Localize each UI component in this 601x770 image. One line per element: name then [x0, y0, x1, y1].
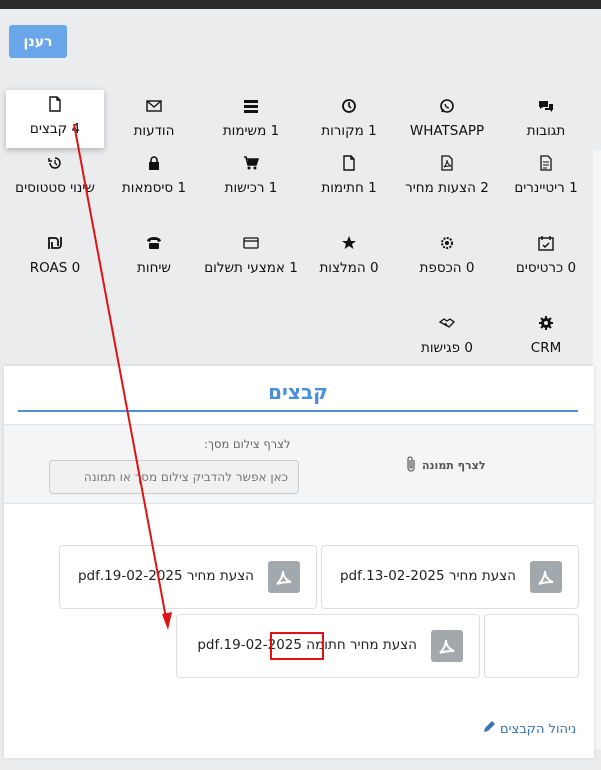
tab-label: 0 כרטיסים	[515, 260, 577, 276]
tab-vault[interactable]: 0 הכספת	[398, 235, 496, 279]
tab-label: 1 משימות	[222, 123, 280, 139]
calendar-check-icon	[537, 235, 555, 253]
file-icon	[46, 96, 64, 114]
tab-label: שינוי סטטוסים	[15, 180, 95, 196]
tab-messages[interactable]: הודעות	[105, 98, 203, 142]
tab-recommendations[interactable]: 0 המלצות	[300, 235, 398, 279]
tab-label: 0 ROAS	[29, 260, 81, 276]
tab-label: תגובות	[526, 123, 566, 139]
tab-label: 1 רכישות	[224, 180, 278, 196]
pdf-icon	[438, 155, 456, 173]
star-icon	[340, 235, 358, 253]
annotation-highlight-box	[270, 632, 324, 660]
file-name: הצעת מחיר 13-02-2025.pdf	[339, 568, 516, 584]
pdf-icon	[530, 561, 562, 593]
manage-files-label: ניהול הקבצים	[500, 721, 577, 737]
tab-quotes[interactable]: 2 הצעות מחיר	[398, 155, 496, 199]
file-card[interactable]: הצעת מחיר 19-02-2025.pdf	[59, 545, 317, 609]
tab-label: 1 סיסמאות	[121, 180, 187, 196]
tab-label: 2 הצעות מחיר	[405, 180, 489, 196]
pdf-icon	[268, 561, 300, 593]
gear-icon	[537, 315, 555, 333]
lock-icon	[145, 155, 163, 173]
manage-files-link[interactable]: ניהול הקבצים	[482, 720, 576, 738]
chat-bubbles-icon	[537, 98, 555, 116]
tab-tasks[interactable]: 1 משימות	[202, 98, 300, 142]
tab-calls[interactable]: שיחות	[105, 235, 203, 279]
tab-meetings[interactable]: 0 פגישות	[398, 315, 496, 359]
right-edge	[593, 150, 601, 750]
attach-image-label: לצרף תמונה	[422, 459, 486, 472]
list-icon	[242, 98, 260, 116]
clock-icon	[340, 98, 358, 116]
tab-cards[interactable]: 0 כרטיסים	[497, 235, 595, 279]
tab-sources[interactable]: 1 מקורות	[300, 98, 398, 142]
pencil-icon	[482, 720, 496, 738]
paste-screenshot-input[interactable]: כאן אפשר להדביק צילום מסך או תמונה	[49, 460, 299, 494]
tab-label: 0 המלצות	[319, 260, 379, 276]
paste-screenshot-label: לצרף צילום מסך:	[204, 437, 291, 451]
tab-tags[interactable]: תגובות	[497, 98, 595, 142]
tab-retainers[interactable]: 1 ריטיינרים	[497, 155, 595, 199]
whatsapp-icon	[438, 98, 456, 116]
tab-crm[interactable]: CRM	[497, 315, 595, 359]
credit-card-icon	[242, 235, 260, 253]
top-strip	[0, 0, 601, 9]
attach-image-button[interactable]: לצרף תמונה	[404, 455, 486, 476]
tab-label: 1 אמצעי תשלום	[204, 260, 298, 276]
pdf-icon	[431, 630, 463, 662]
tab-files[interactable]: 4 קבצים	[6, 90, 104, 148]
tab-whatsapp[interactable]: WHATSAPP	[398, 98, 496, 142]
tab-passwords[interactable]: 1 סיסמאות	[105, 155, 203, 199]
tab-label: WHATSAPP	[409, 123, 485, 139]
tab-label: שיחות	[137, 260, 171, 276]
paperclip-icon	[404, 455, 418, 476]
shekel-icon	[46, 235, 64, 253]
panel-title: קבצים	[18, 372, 578, 412]
file-card-empty[interactable]	[484, 614, 579, 678]
tab-label: 1 ריטיינרים	[514, 180, 578, 196]
cart-icon	[242, 155, 260, 173]
tab-label: 1 מקורות	[321, 123, 377, 139]
tab-label: הודעות	[133, 123, 175, 139]
tab-label: 0 פגישות	[420, 340, 473, 356]
history-icon	[46, 155, 64, 173]
files-panel: קבצים לצרף תמונה לצרף צילום מסך: כאן אפש…	[4, 366, 594, 758]
file-name: הצעת מחיר 19-02-2025.pdf	[77, 568, 254, 584]
tab-label: 0 הכספת	[419, 260, 475, 276]
cog-badge-icon	[438, 235, 456, 253]
tab-status-changes[interactable]: שינוי סטטוסים	[6, 155, 104, 199]
handshake-icon	[438, 315, 456, 333]
file-card[interactable]: הצעת מחיר 13-02-2025.pdf	[321, 545, 579, 609]
tab-label: CRM	[530, 340, 562, 356]
phone-icon	[145, 235, 163, 253]
invoice-icon	[537, 155, 555, 173]
tab-label: 4 קבצים	[29, 121, 81, 137]
file-icon	[340, 155, 358, 173]
file-card[interactable]: הצעת מחיר חתומה 19-02-2025.pdf	[176, 614, 480, 678]
upload-area: לצרף תמונה לצרף צילום מסך: כאן אפשר להדב…	[4, 424, 594, 504]
tab-purchases[interactable]: 1 רכישות	[202, 155, 300, 199]
envelope-icon	[145, 98, 163, 116]
tab-signatures[interactable]: 1 חתימות	[300, 155, 398, 199]
refresh-button[interactable]: רענן	[9, 25, 67, 58]
tab-label: 1 חתימות	[321, 180, 377, 196]
tab-roas[interactable]: 0 ROAS	[6, 235, 104, 279]
tab-payment-methods[interactable]: 1 אמצעי תשלום	[202, 235, 300, 279]
